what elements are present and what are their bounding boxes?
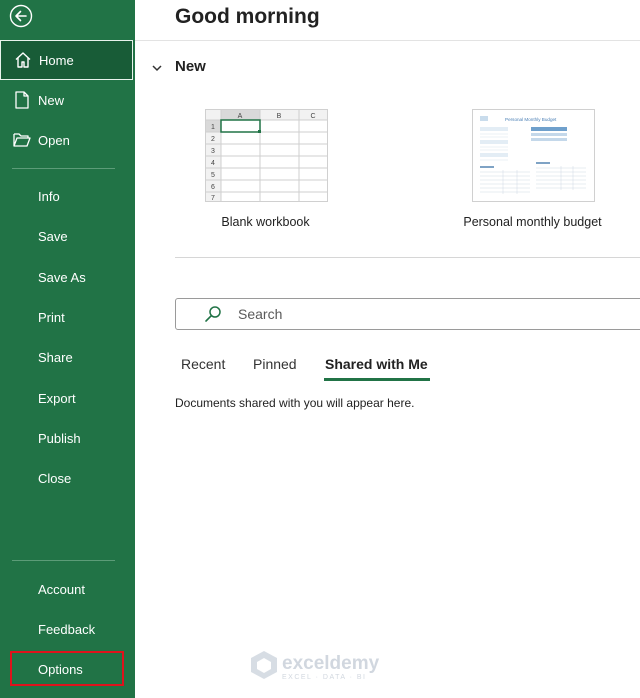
sidebar-divider bbox=[12, 168, 115, 169]
watermark-subtitle: EXCEL · DATA · BI bbox=[282, 674, 367, 681]
sidebar-item-print[interactable]: Print bbox=[0, 297, 133, 337]
sidebar-item-open[interactable]: Open bbox=[0, 120, 133, 160]
row-header: 2 bbox=[211, 136, 215, 143]
section-divider bbox=[175, 257, 640, 258]
page-title: Good morning bbox=[175, 5, 320, 28]
sidebar-divider bbox=[12, 560, 115, 561]
sidebar-item-close[interactable]: Close bbox=[0, 458, 133, 498]
column-header: B bbox=[277, 113, 282, 120]
sidebar-item-account[interactable]: Account bbox=[0, 569, 133, 609]
exceldemy-logo-icon bbox=[250, 650, 278, 685]
sidebar-item-label: Account bbox=[38, 581, 85, 597]
sidebar-item-home[interactable]: Home bbox=[0, 40, 133, 80]
sidebar-item-info[interactable]: Info bbox=[0, 176, 133, 216]
sidebar-item-publish[interactable]: Publish bbox=[0, 418, 133, 458]
sidebar-item-save[interactable]: Save bbox=[0, 216, 133, 256]
new-section-toggle[interactable]: New bbox=[151, 58, 206, 75]
sidebar-item-label: Share bbox=[38, 349, 73, 365]
search-input[interactable]: Search bbox=[238, 306, 282, 322]
search-icon bbox=[204, 305, 222, 323]
row-header: 3 bbox=[211, 148, 215, 155]
sidebar-item-label: Publish bbox=[38, 430, 81, 446]
tab-pinned[interactable]: Pinned bbox=[253, 356, 297, 372]
home-icon bbox=[13, 50, 33, 70]
backstage-sidebar: Home New Open Info Save Save As Print Sh… bbox=[0, 0, 135, 698]
folder-open-icon bbox=[12, 130, 32, 150]
backstage-main: Good morning New A B C 1 2 3 4 5 6 7 Bla… bbox=[135, 0, 640, 698]
search-box[interactable]: Search bbox=[175, 298, 640, 330]
watermark-title: exceldemy bbox=[282, 653, 380, 674]
header-divider bbox=[135, 40, 640, 41]
sidebar-item-label: Export bbox=[38, 390, 76, 406]
column-header: A bbox=[238, 113, 243, 120]
row-header: 6 bbox=[211, 184, 215, 191]
new-document-icon bbox=[12, 90, 32, 110]
sidebar-item-export[interactable]: Export bbox=[0, 378, 133, 418]
sidebar-item-save-as[interactable]: Save As bbox=[0, 257, 133, 297]
sidebar-item-label: New bbox=[38, 92, 65, 108]
row-header: 1 bbox=[211, 124, 215, 131]
row-header: 5 bbox=[211, 172, 215, 179]
tab-shared-with-me[interactable]: Shared with Me bbox=[325, 356, 428, 372]
sidebar-item-label: Save bbox=[38, 228, 68, 244]
row-header: 4 bbox=[211, 160, 215, 167]
active-tab-indicator bbox=[324, 378, 430, 381]
budget-thumb-title: Personal Monthly Budget bbox=[505, 117, 557, 122]
sidebar-item-label: Save As bbox=[38, 269, 86, 285]
sidebar-item-label: Home bbox=[39, 52, 74, 68]
personal-budget-thumbnail[interactable]: Personal Monthly Budget bbox=[472, 109, 595, 202]
tab-recent[interactable]: Recent bbox=[181, 356, 225, 372]
sidebar-item-label: Open bbox=[38, 132, 70, 148]
options-highlight-box bbox=[10, 651, 124, 686]
exceldemy-watermark: exceldemy EXCEL · DATA · BI bbox=[250, 650, 379, 685]
sidebar-item-share[interactable]: Share bbox=[0, 337, 133, 377]
row-header: 7 bbox=[211, 195, 215, 201]
sidebar-item-new[interactable]: New bbox=[0, 80, 133, 120]
back-arrow-icon[interactable] bbox=[9, 4, 33, 28]
personal-budget-label: Personal monthly budget bbox=[463, 215, 602, 229]
blank-workbook-label: Blank workbook bbox=[221, 215, 310, 229]
sidebar-item-label: Info bbox=[38, 188, 60, 204]
sidebar-item-label: Close bbox=[38, 470, 72, 486]
sidebar-item-label: Feedback bbox=[38, 621, 96, 637]
sidebar-item-feedback[interactable]: Feedback bbox=[0, 609, 133, 649]
chevron-down-icon bbox=[151, 61, 163, 73]
blank-workbook-thumbnail[interactable]: A B C 1 2 3 4 5 6 7 bbox=[205, 109, 328, 202]
empty-state-message: Documents shared with you will appear he… bbox=[175, 396, 415, 410]
new-section-label: New bbox=[175, 58, 206, 75]
sidebar-item-label: Print bbox=[38, 309, 65, 325]
column-header: C bbox=[310, 113, 315, 120]
